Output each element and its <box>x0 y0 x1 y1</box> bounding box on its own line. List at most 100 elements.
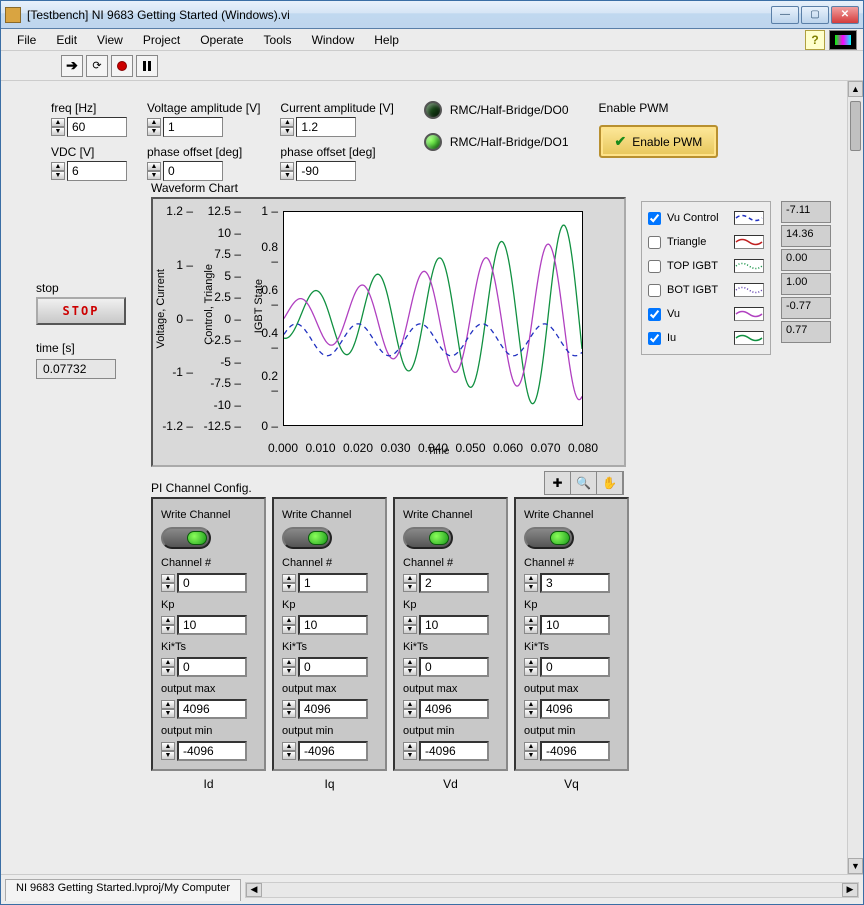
maximize-button[interactable]: ▢ <box>801 6 829 24</box>
pause-button[interactable] <box>136 55 158 77</box>
legend-checkbox[interactable] <box>648 236 661 249</box>
vphase-input[interactable] <box>163 161 223 181</box>
menu-tools[interactable]: Tools <box>256 31 300 49</box>
horizontal-scrollbar[interactable]: ◀ ▶ <box>245 882 859 898</box>
titlebar[interactable]: [Testbench] NI 9683 Getting Started (Win… <box>1 1 863 29</box>
freq-input[interactable] <box>67 117 127 137</box>
pi-field-control[interactable]: ▲▼ <box>403 657 498 677</box>
menu-project[interactable]: Project <box>135 31 188 49</box>
pi-field-control[interactable]: ▲▼ <box>524 699 619 719</box>
minimize-button[interactable]: — <box>771 6 799 24</box>
pi-field-control[interactable]: ▲▼ <box>161 573 256 593</box>
enable-pwm-button[interactable]: ✔ Enable PWM <box>599 125 719 158</box>
pi-channel-name: Vd <box>393 777 508 791</box>
pi-field-control[interactable]: ▲▼ <box>282 573 377 593</box>
menu-edit[interactable]: Edit <box>48 31 85 49</box>
pi-field-input[interactable] <box>177 615 247 635</box>
pi-field-input[interactable] <box>298 699 368 719</box>
pi-field-input[interactable] <box>540 615 610 635</box>
check-icon: ✔ <box>615 133 627 150</box>
legend-item[interactable]: Iu <box>648 326 764 350</box>
pi-field-input[interactable] <box>177 699 247 719</box>
menu-view[interactable]: View <box>89 31 131 49</box>
pi-field-control[interactable]: ▲▼ <box>403 699 498 719</box>
vdc-control[interactable]: ▲▼ <box>51 161 127 181</box>
waveform-chart[interactable]: Voltage, Current Control, Triangle IGBT … <box>151 197 626 467</box>
pi-field-input[interactable] <box>419 657 489 677</box>
menu-file[interactable]: File <box>9 31 44 49</box>
menu-operate[interactable]: Operate <box>192 31 251 49</box>
scroll-thumb[interactable] <box>850 101 861 151</box>
legend-item[interactable]: Vu Control <box>648 206 764 230</box>
pi-field-control[interactable]: ▲▼ <box>524 741 619 761</box>
pi-field-input[interactable] <box>419 615 489 635</box>
legend-checkbox[interactable] <box>648 308 661 321</box>
write-channel-switch[interactable] <box>403 527 453 549</box>
help-icon[interactable]: ? <box>805 30 825 50</box>
close-button[interactable]: ✕ <box>831 6 859 24</box>
pi-field-input[interactable] <box>177 573 247 593</box>
legend-checkbox[interactable] <box>648 284 661 297</box>
pi-field-control[interactable]: ▲▼ <box>524 657 619 677</box>
legend-item[interactable]: Vu <box>648 302 764 326</box>
pi-field-control[interactable]: ▲▼ <box>403 615 498 635</box>
legend-item[interactable]: Triangle <box>648 230 764 254</box>
pi-field-input[interactable] <box>298 741 368 761</box>
legend-label: Vu <box>667 308 728 320</box>
write-channel-switch[interactable] <box>524 527 574 549</box>
up-arrow-icon[interactable]: ▲ <box>51 118 65 127</box>
cphase-input[interactable] <box>296 161 356 181</box>
project-path[interactable]: NI 9683 Getting Started.lvproj/My Comput… <box>5 879 241 901</box>
pi-field-input[interactable] <box>419 573 489 593</box>
pi-field-input[interactable] <box>298 657 368 677</box>
abort-button[interactable] <box>111 55 133 77</box>
vdc-input[interactable] <box>67 161 127 181</box>
pi-field-control[interactable]: ▲▼ <box>403 741 498 761</box>
pi-field-input[interactable] <box>540 657 610 677</box>
legend-item[interactable]: BOT IGBT <box>648 278 764 302</box>
pi-field-control[interactable]: ▲▼ <box>403 573 498 593</box>
menu-help[interactable]: Help <box>366 31 407 49</box>
camp-input[interactable] <box>296 117 356 137</box>
down-arrow-icon[interactable]: ▼ <box>51 127 65 136</box>
pi-field-input[interactable] <box>298 573 368 593</box>
scroll-right-icon[interactable]: ▶ <box>842 883 858 897</box>
vertical-scrollbar[interactable]: ▲ ▼ <box>847 81 863 874</box>
legend-checkbox[interactable] <box>648 332 661 345</box>
vamp-input[interactable] <box>163 117 223 137</box>
write-channel-switch[interactable] <box>282 527 332 549</box>
pi-field-input[interactable] <box>419 699 489 719</box>
pi-field-input[interactable] <box>177 657 247 677</box>
scroll-up-icon[interactable]: ▲ <box>848 81 863 97</box>
stop-button[interactable]: STOP <box>36 297 126 325</box>
pi-field-control[interactable]: ▲▼ <box>282 699 377 719</box>
pi-field-input[interactable] <box>419 741 489 761</box>
run-continuous-button[interactable]: ⟳ <box>86 55 108 77</box>
vi-icon[interactable] <box>829 30 857 50</box>
legend-value: -7.11 <box>781 201 831 223</box>
pi-field-control[interactable]: ▲▼ <box>161 615 256 635</box>
pi-field-input[interactable] <box>177 741 247 761</box>
pi-field-control[interactable]: ▲▼ <box>161 657 256 677</box>
scroll-down-icon[interactable]: ▼ <box>848 858 863 874</box>
scroll-left-icon[interactable]: ◀ <box>246 883 262 897</box>
pi-field-control[interactable]: ▲▼ <box>524 615 619 635</box>
run-button[interactable]: ➔ <box>61 55 83 77</box>
menu-window[interactable]: Window <box>304 31 363 49</box>
legend-checkbox[interactable] <box>648 260 661 273</box>
write-channel-switch[interactable] <box>161 527 211 549</box>
pi-field-input[interactable] <box>540 573 610 593</box>
pi-field-control[interactable]: ▲▼ <box>282 741 377 761</box>
freq-control[interactable]: ▲▼ <box>51 117 127 137</box>
legend-checkbox[interactable] <box>648 212 661 225</box>
plot-area[interactable] <box>283 211 583 426</box>
pi-field-control[interactable]: ▲▼ <box>161 699 256 719</box>
pi-field-input[interactable] <box>540 699 610 719</box>
pi-field-control[interactable]: ▲▼ <box>161 741 256 761</box>
pi-field-control[interactable]: ▲▼ <box>282 615 377 635</box>
pi-field-input[interactable] <box>298 615 368 635</box>
legend-item[interactable]: TOP IGBT <box>648 254 764 278</box>
pi-field-input[interactable] <box>540 741 610 761</box>
pi-field-control[interactable]: ▲▼ <box>282 657 377 677</box>
pi-field-control[interactable]: ▲▼ <box>524 573 619 593</box>
